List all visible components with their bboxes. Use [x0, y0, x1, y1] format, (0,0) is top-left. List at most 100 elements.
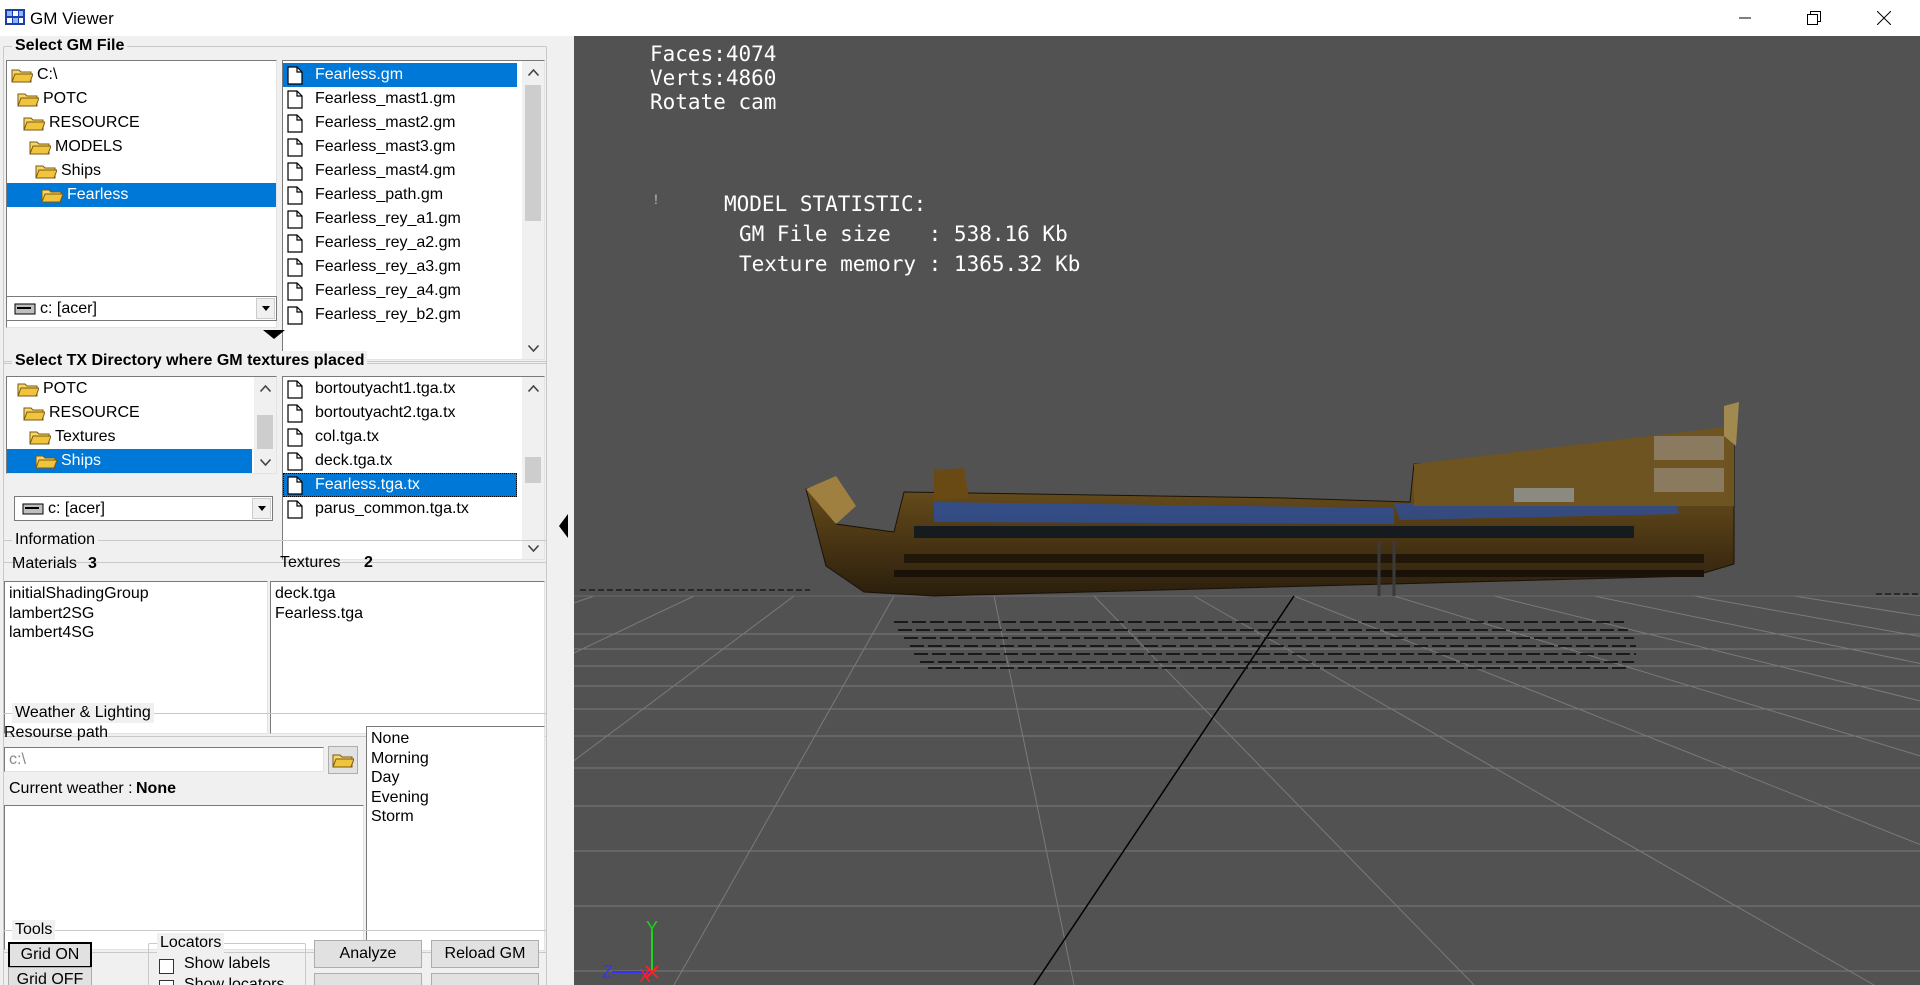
tool-button[interactable]: [431, 973, 539, 985]
file-item[interactable]: Fearless_mast1.gm: [283, 87, 456, 111]
file-item[interactable]: Fearless_mast2.gm: [283, 111, 456, 135]
folder-item-potc[interactable]: POTC: [17, 377, 87, 401]
folder-item-textures[interactable]: Textures: [29, 425, 115, 449]
show-locators-checkbox[interactable]: [159, 980, 174, 985]
list-item[interactable]: lambert2SG: [9, 604, 94, 624]
restore-button[interactable]: [1779, 0, 1848, 36]
tx-folder-scrollbar[interactable]: [254, 377, 276, 473]
scene-render: Y Z X !: [574, 191, 1920, 985]
cursor-mark: !: [654, 191, 658, 207]
scroll-thumb[interactable]: [525, 85, 541, 221]
gm-folder-tree[interactable]: C:\ POTC RESOURCE MODELS Ships Fearless: [6, 60, 277, 328]
folder-item-resource[interactable]: RESOURCE: [23, 111, 140, 135]
grid-on-button[interactable]: Grid ON: [8, 942, 92, 968]
weather-list[interactable]: None Morning Day Evening Storm: [366, 726, 545, 951]
reload-gm-button[interactable]: Reload GM: [431, 940, 539, 968]
list-item[interactable]: Morning: [371, 749, 429, 769]
axis-x-label: X: [639, 966, 651, 985]
scroll-thumb[interactable]: [525, 457, 541, 483]
information-group-title: Information: [12, 530, 99, 550]
axis-y-label: Y: [646, 918, 658, 938]
tx-file-list[interactable]: bortoutyacht1.tga.tx bortoutyacht2.tga.t…: [282, 376, 545, 560]
dropdown-arrow-icon[interactable]: [256, 298, 275, 319]
tx-file-scrollbar[interactable]: [522, 377, 544, 559]
tx-folder-tree[interactable]: POTC RESOURCE Textures Ships: [6, 376, 277, 474]
scroll-up-icon[interactable]: [522, 61, 544, 83]
list-item[interactable]: deck.tga: [275, 584, 335, 604]
show-labels-label: Show labels: [184, 955, 271, 972]
file-item[interactable]: Fearless_rey_a1.gm: [283, 207, 461, 231]
file-item[interactable]: col.tga.tx: [283, 425, 379, 449]
list-item[interactable]: None: [371, 729, 409, 749]
folder-item-potc[interactable]: POTC: [17, 87, 87, 111]
file-icon: [287, 500, 303, 519]
resource-path-label: Resourse path: [4, 724, 109, 741]
tool-button[interactable]: [314, 973, 422, 985]
file-icon: [287, 306, 303, 325]
tx-dir-group-title: Select TX Directory where GM textures pl…: [12, 351, 368, 371]
textures-list[interactable]: deck.tga Fearless.tga: [270, 581, 545, 734]
file-item[interactable]: Fearless_rey_a4.gm: [283, 279, 461, 303]
file-icon: [287, 162, 303, 181]
folder-item-fearless[interactable]: Fearless: [7, 183, 276, 207]
folder-item-ships[interactable]: Ships: [35, 159, 101, 183]
gm-file-scrollbar[interactable]: [522, 61, 544, 359]
list-item[interactable]: initialShadingGroup: [9, 584, 149, 604]
title-bar: GM Viewer: [0, 0, 1920, 36]
close-button[interactable]: [1848, 0, 1920, 36]
file-item[interactable]: Fearless_path.gm: [283, 183, 443, 207]
folder-icon: [23, 115, 45, 131]
tx-drive-select[interactable]: c: [acer]: [14, 496, 273, 521]
scroll-up-icon[interactable]: [254, 377, 276, 399]
file-item[interactable]: parus_common.tga.tx: [283, 497, 469, 521]
panel-splitter[interactable]: [552, 36, 574, 985]
collapse-down-icon[interactable]: [263, 330, 285, 340]
window-title: GM Viewer: [30, 9, 114, 28]
current-weather-value: None: [136, 780, 176, 797]
file-item[interactable]: Fearless_mast3.gm: [283, 135, 456, 159]
list-item[interactable]: Day: [371, 768, 399, 788]
collapse-left-icon[interactable]: [559, 514, 568, 538]
folder-item-c[interactable]: C:\: [11, 63, 57, 87]
file-icon: [287, 258, 303, 277]
scroll-down-icon[interactable]: [254, 451, 276, 473]
gm-drive-select[interactable]: c: [acer]: [6, 296, 277, 321]
list-item[interactable]: Evening: [371, 788, 429, 808]
list-item[interactable]: Fearless.tga: [275, 604, 363, 624]
scroll-down-icon[interactable]: [522, 337, 544, 359]
folder-item-ships[interactable]: Ships: [7, 449, 252, 473]
3d-viewport[interactable]: Y Z X ! Faces:4074 Verts:4860 Rotate cam…: [574, 36, 1920, 985]
textures-count: 2: [364, 554, 373, 571]
file-item[interactable]: Fearless_rey_a2.gm: [283, 231, 461, 255]
grid-off-button[interactable]: Grid OFF: [8, 967, 92, 985]
file-item[interactable]: deck.tga.tx: [283, 449, 392, 473]
gm-file-list[interactable]: Fearless.gm Fearless_mast1.gm Fearless_m…: [282, 60, 545, 360]
file-item[interactable]: bortoutyacht1.tga.tx: [283, 377, 456, 401]
axis-gizmo: Y Z X: [602, 918, 659, 985]
camera-mode: Rotate cam: [650, 90, 777, 114]
scroll-thumb[interactable]: [257, 415, 273, 449]
file-item[interactable]: Fearless_rey_a3.gm: [283, 255, 461, 279]
folder-icon: [11, 67, 33, 83]
file-item[interactable]: Fearless_mast4.gm: [283, 159, 456, 183]
show-labels-checkbox[interactable]: [159, 959, 174, 974]
file-item[interactable]: Fearless.tga.tx: [283, 473, 517, 497]
file-icon: [287, 428, 303, 447]
analyze-button[interactable]: Analyze: [314, 940, 422, 968]
dropdown-arrow-icon[interactable]: [252, 498, 271, 519]
file-item[interactable]: bortoutyacht2.tga.tx: [283, 401, 456, 425]
list-item[interactable]: lambert4SG: [9, 623, 94, 643]
browse-button[interactable]: [328, 746, 358, 774]
file-item[interactable]: Fearless_rey_b2.gm: [283, 303, 461, 327]
folder-item-models[interactable]: MODELS: [29, 135, 123, 159]
file-item[interactable]: Fearless.gm: [283, 63, 517, 87]
minimize-button[interactable]: [1710, 0, 1779, 36]
file-icon: [287, 282, 303, 301]
resource-path-input[interactable]: c:\: [4, 747, 324, 772]
folder-item-resource[interactable]: RESOURCE: [23, 401, 140, 425]
gm-file-group-title: Select GM File: [12, 36, 128, 56]
scroll-up-icon[interactable]: [522, 377, 544, 399]
tools-group-title: Tools: [12, 920, 56, 940]
verts-count: Verts:4860: [650, 66, 777, 90]
list-item[interactable]: Storm: [371, 807, 414, 827]
